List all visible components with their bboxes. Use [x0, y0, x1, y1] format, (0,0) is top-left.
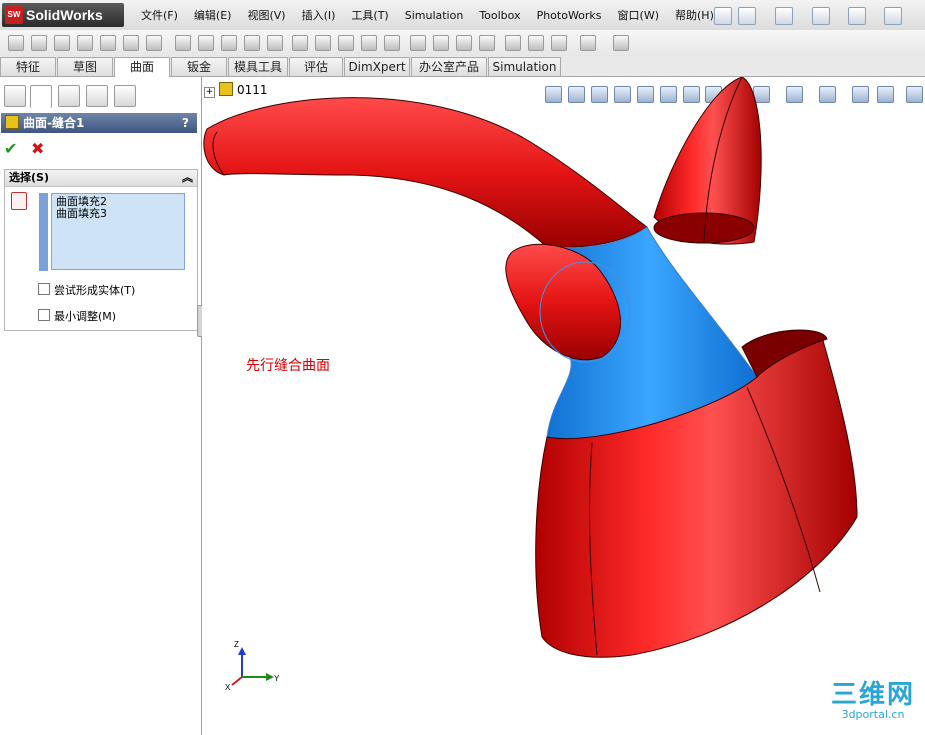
tab-evaluate[interactable]: 评估	[289, 57, 343, 76]
menu-toolbox[interactable]: Toolbox	[471, 9, 528, 22]
model-view[interactable]: Z Y X	[202, 77, 925, 735]
ok-icon[interactable]: ✔	[4, 139, 17, 158]
radiate-surface-icon[interactable]	[146, 35, 162, 51]
tab-surfaces[interactable]: 曲面	[114, 57, 170, 77]
selection-group-header[interactable]: 选择(S) ︽	[5, 170, 197, 187]
watermark: 三维网 3dportal.cn	[824, 681, 922, 721]
selection-group-title: 选择(S)	[9, 171, 49, 184]
open-icon[interactable]	[775, 7, 793, 25]
undo-icon[interactable]	[884, 7, 902, 25]
tab-features[interactable]: 特征	[0, 57, 56, 76]
gap-control-label: 最小调整(M)	[54, 310, 117, 323]
collapse-icon[interactable]: ︽	[182, 170, 193, 186]
axis-y-label: Y	[274, 674, 280, 683]
menu-edit[interactable]: 编辑(E)	[186, 7, 240, 23]
planar-surface-icon[interactable]	[175, 35, 191, 51]
ruled-surface-icon[interactable]	[505, 35, 521, 51]
try-form-solid-option[interactable]: 尝试形成实体(T)	[38, 282, 135, 298]
axis-z-label: Z	[234, 640, 239, 649]
sw-badge-icon: SW	[5, 6, 23, 24]
display-manager-icon[interactable]	[114, 85, 136, 107]
try-form-solid-label: 尝试形成实体(T)	[54, 284, 136, 297]
logo-text: SolidWorks	[26, 7, 103, 23]
property-manager: 曲面-缝合1 ? ✔ ✖ 选择(S) ︽ 曲面填充2 曲面填充3 尝试形成实体(…	[0, 77, 202, 735]
knit-surface-icon[interactable]	[292, 35, 308, 51]
move-face-icon[interactable]	[433, 35, 449, 51]
selection-item[interactable]: 曲面填充3	[56, 208, 180, 220]
help-icon[interactable]: ?	[182, 113, 189, 133]
knit-feature-icon	[5, 115, 19, 129]
boundary-surface-icon[interactable]	[100, 35, 116, 51]
print-icon[interactable]	[848, 7, 866, 25]
mid-surface-icon[interactable]	[479, 35, 495, 51]
surface-selection-icon	[11, 192, 27, 210]
fillet-icon[interactable]	[456, 35, 472, 51]
menu-file[interactable]: 文件(F)	[133, 7, 186, 23]
revolved-surface-icon[interactable]	[31, 35, 47, 51]
tab-simulation[interactable]: Simulation	[488, 57, 561, 76]
gap-control-checkbox[interactable]	[38, 309, 50, 321]
trim-surface-icon[interactable]	[244, 35, 260, 51]
manager-tabs	[0, 85, 201, 108]
ok-cancel-row: ✔ ✖	[4, 139, 44, 158]
curved-arm-surface[interactable]	[203, 97, 648, 248]
try-form-solid-checkbox[interactable]	[38, 283, 50, 295]
coordinate-triad: Z Y X	[225, 640, 280, 692]
property-manager-icon[interactable]	[30, 85, 52, 108]
feature-title: 曲面-缝合1	[23, 116, 85, 130]
dimxpert-manager-icon[interactable]	[86, 85, 108, 107]
feature-header: 曲面-缝合1 ?	[1, 113, 197, 133]
surface-toolbar	[0, 30, 925, 57]
feature-manager-icon[interactable]	[4, 85, 26, 107]
tab-sheet-metal[interactable]: 钣金	[171, 57, 227, 76]
gap-control-option[interactable]: 最小调整(M)	[38, 308, 116, 324]
fill-surface-icon[interactable]	[198, 35, 214, 51]
menu-photoworks[interactable]: PhotoWorks	[529, 9, 610, 22]
tab-mold-tools[interactable]: 模具工具	[228, 57, 288, 76]
untrim-surface-icon[interactable]	[267, 35, 283, 51]
menu-bar: 文件(F) 编辑(E) 视图(V) 插入(I) 工具(T) Simulation…	[133, 0, 722, 30]
extruded-surface-icon[interactable]	[8, 35, 24, 51]
curves-icon[interactable]	[613, 35, 629, 51]
new-document-icon[interactable]	[738, 7, 756, 25]
solidworks-logo[interactable]: SW SolidWorks	[2, 3, 124, 27]
configuration-manager-icon[interactable]	[58, 85, 80, 107]
selection-indicator	[39, 193, 48, 271]
annotation-text: 先行缝合曲面	[246, 358, 330, 374]
pin-icon[interactable]	[714, 7, 732, 25]
menu-window[interactable]: 窗口(W)	[610, 7, 667, 23]
reference-geometry-icon[interactable]	[580, 35, 596, 51]
selection-group: 选择(S) ︽ 曲面填充2 曲面填充3 尝试形成实体(T) 最小调整(M)	[4, 169, 198, 331]
lofted-surface-icon[interactable]	[77, 35, 93, 51]
offset-surface-icon[interactable]	[123, 35, 139, 51]
command-tabs: 特征 草图 曲面 钣金 模具工具 评估 DimXpert 办公室产品 Simul…	[0, 56, 925, 77]
extend-surface-icon[interactable]	[221, 35, 237, 51]
thicken-cut-icon[interactable]	[338, 35, 354, 51]
split-line-icon[interactable]	[528, 35, 544, 51]
axis-x-label: X	[225, 683, 231, 692]
tab-sketch[interactable]: 草图	[57, 57, 113, 76]
surface-cut-icon[interactable]	[361, 35, 377, 51]
menu-tools[interactable]: 工具(T)	[343, 7, 396, 23]
watermark-site: 3dportal.cn	[841, 708, 905, 721]
save-icon[interactable]	[812, 7, 830, 25]
title-bar: SW SolidWorks 文件(F) 编辑(E) 视图(V) 插入(I) 工具(…	[0, 0, 925, 31]
tab-dimxpert[interactable]: DimXpert	[344, 57, 410, 76]
cancel-icon[interactable]: ✖	[31, 139, 44, 158]
delete-face-icon[interactable]	[384, 35, 400, 51]
thicken-icon[interactable]	[315, 35, 331, 51]
swept-surface-icon[interactable]	[54, 35, 70, 51]
menu-view[interactable]: 视图(V)	[239, 7, 293, 23]
curve-through-points-icon[interactable]	[551, 35, 567, 51]
menu-insert[interactable]: 插入(I)	[294, 7, 344, 23]
watermark-logo-text: 三维网	[830, 680, 915, 710]
replace-face-icon[interactable]	[410, 35, 426, 51]
menu-simulation[interactable]: Simulation	[397, 9, 472, 22]
surfaces-selection-box[interactable]: 曲面填充2 曲面填充3	[51, 193, 185, 270]
tab-office-products[interactable]: 办公室产品	[411, 57, 487, 76]
graphics-area[interactable]: +0111 Z Y X 先行缝合曲面 三维网 3dportal.cn	[202, 77, 925, 735]
